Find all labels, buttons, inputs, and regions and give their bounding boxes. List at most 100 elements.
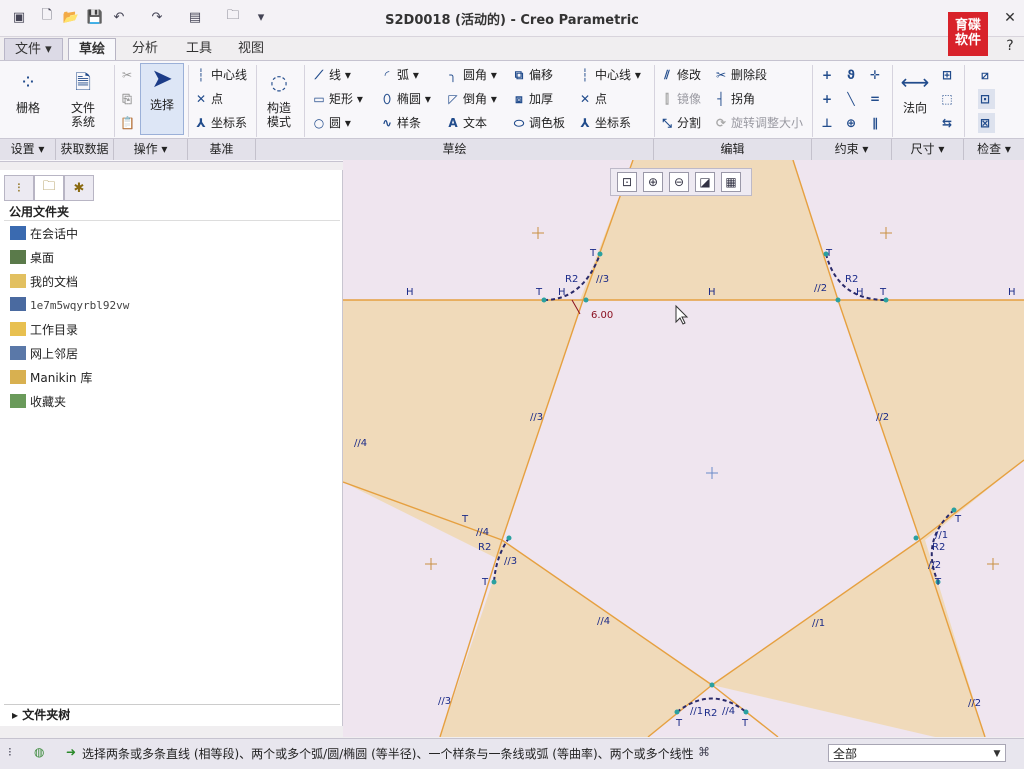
sketch-centerline-button[interactable]: ┆ 中心线 ▾ [578,65,640,85]
grid-icon: ⁘ [19,70,37,94]
svg-text://4: //4 [722,706,735,717]
folder-item-computer[interactable]: 1e7m5wqyrbl92vw [10,296,129,316]
folder-item-favorites[interactable]: 收藏夹 [10,392,66,412]
sketch-csys-button[interactable]: ⅄ 坐标系 [578,113,631,133]
folder-item-manikin[interactable]: Manikin 库 [10,368,92,388]
sketch-canvas[interactable]: 6.00 H H H H H T T T T R2 R2 //3 //2 //3… [343,160,1024,737]
thicken-button[interactable]: ⧈ 加厚 [512,89,553,109]
display-style-icon[interactable]: ▦ [721,172,741,192]
folder-item-desktop[interactable]: 桌面 [10,248,54,268]
highlight-open-ends-icon[interactable]: ⊠ [978,113,995,133]
file-system-button[interactable]: 🗎 文件 系统 [60,67,106,129]
spline-button[interactable]: ∿ 样条 [380,113,421,133]
folder-item-my-documents[interactable]: 我的文档 [10,272,78,292]
modify-button[interactable]: ⫽ 修改 [660,65,701,85]
rotate-resize-button[interactable]: ⟳ 旋转调整大小 [714,113,803,133]
midpoint-constraint-icon[interactable]: ✛ [868,65,885,85]
svg-text://4: //4 [354,438,367,449]
svg-text:T: T [879,287,887,298]
svg-text://2: //2 [928,560,941,571]
smart-select-icon[interactable]: ⌘ [698,745,710,759]
folder-item-working-directory[interactable]: 工作目录 [10,320,78,340]
browser-toggle-icon[interactable]: ◍ [34,745,52,763]
favorites-tab-icon[interactable]: ✱ [64,175,94,201]
svg-text:T: T [741,718,749,729]
grid-button[interactable]: ⁘ 栅格 [6,67,50,115]
folder-tree-toggle[interactable]: ▸ 文件夹树 [4,704,340,724]
tangent-constraint-icon[interactable]: ϑ [844,65,861,85]
perimeter-dim-icon[interactable]: ⇆ [940,113,957,133]
ellipse-button[interactable]: ⬯ 椭圆 ▾ [380,89,431,109]
arrow-cursor-icon: ➤ [151,64,173,94]
chamfer-button[interactable]: ◸ 倒角 ▾ [446,89,496,109]
divide-button[interactable]: ⤡ 分割 [660,113,701,133]
coincident-constraint-icon[interactable]: ╲ [844,89,861,109]
mirror-button[interactable]: ⫿ 镜像 [660,89,701,109]
message-arrow-icon: ➜ [66,745,77,759]
circle-button[interactable]: ○ 圆 ▾ [312,113,351,133]
svg-text://2: //2 [814,283,827,294]
rectangle-button[interactable]: ▭ 矩形 ▾ [312,89,363,109]
svg-text:6.00: 6.00 [591,310,613,321]
copy-icon[interactable]: ⎘ [120,89,137,109]
group-operations[interactable]: 操作 ▾ [114,139,188,160]
group-inspect[interactable]: 检查 ▾ [964,139,1024,160]
perpendicular-constraint-icon[interactable]: ⊥ [820,113,837,133]
select-button[interactable]: ➤ 选择 [140,63,184,135]
vertical-constraint-icon[interactable]: + [820,65,837,85]
sketch-point-button[interactable]: ✕ 点 [578,89,607,109]
datum-centerline-button[interactable]: ┆ 中心线 [194,65,247,85]
selection-filter-select[interactable]: 全部 ▼ [828,744,1006,762]
tab-view[interactable]: 视图 [228,38,274,60]
normal-dimension-button[interactable]: ⟷ 法向 [896,67,934,115]
svg-text://4: //4 [476,527,489,538]
graphics-area[interactable]: 6.00 H H H H H T T T T R2 R2 //3 //2 //3… [343,160,1024,737]
delete-segment-button[interactable]: ✂ 删除段 [714,65,767,85]
datum-csys-button[interactable]: ⅄ 坐标系 [194,113,247,133]
folder-item-in-session[interactable]: 在会话中 [10,224,78,244]
file-system-icon: 🗎 [74,70,92,94]
view-toolbar: ⊡ ⊕ ⊖ ◪ ▦ [610,168,752,196]
fillet-button[interactable]: ╮ 圆角 ▾ [446,65,496,85]
svg-text:T: T [934,577,942,588]
svg-text:T: T [589,248,597,259]
palette-button[interactable]: ⬭ 调色板 [512,113,565,133]
paste-icon[interactable]: 📋 [120,113,137,133]
tab-analysis[interactable]: 分析 [122,38,168,60]
reference-dim-icon[interactable]: ⊞ [940,65,957,85]
navigator-toggle-icon[interactable]: ⁝ [8,745,26,763]
overlap-check-icon[interactable]: ⧄ [978,65,995,85]
baseline-dim-icon[interactable]: ⬚ [940,89,957,109]
folder-item-network[interactable]: 网上邻居 [10,344,78,364]
close-icon[interactable]: ✕ [1000,8,1020,28]
svg-text:R2: R2 [478,542,491,553]
cut-icon[interactable]: ✂ [120,65,137,85]
shade-closed-loops-icon[interactable]: ⊡ [978,89,995,109]
svg-text:H: H [1008,287,1016,298]
group-dimension[interactable]: 尺寸 ▾ [892,139,964,160]
parallel-constraint-icon[interactable]: ∥ [868,113,885,133]
group-constrain[interactable]: 约束 ▾ [812,139,892,160]
model-tree-tab-icon[interactable]: ⁝ [4,175,34,201]
group-setup[interactable]: 设置 ▾ [0,139,56,160]
zoom-out-icon[interactable]: ⊖ [669,172,689,192]
tab-file[interactable]: 文件 ▾ [4,38,63,62]
equal-constraint-icon[interactable]: = [868,89,885,109]
tab-tools[interactable]: 工具 [176,38,222,60]
arc-button[interactable]: ◜ 弧 ▾ [380,65,419,85]
construct-mode-button[interactable]: ◌ 构造 模式 [260,67,298,129]
offset-button[interactable]: ⧉ 偏移 [512,65,553,85]
horizontal-constraint-icon[interactable]: + [820,89,837,109]
corner-button[interactable]: ┤ 拐角 [714,89,755,109]
repaint-icon[interactable]: ◪ [695,172,715,192]
svg-text:R2: R2 [565,274,578,285]
folder-icon [10,274,26,288]
line-button[interactable]: ⟋ 线 ▾ [312,65,351,85]
datum-point-button[interactable]: ✕ 点 [194,89,223,109]
refit-icon[interactable]: ⊡ [617,172,637,192]
symmetric-constraint-icon[interactable]: ⊕ [844,113,861,133]
folder-browser-tab-icon[interactable]: 🗀 [34,175,64,201]
text-button[interactable]: A 文本 [446,113,487,133]
zoom-in-icon[interactable]: ⊕ [643,172,663,192]
tab-sketch[interactable]: 草绘 [68,38,117,61]
